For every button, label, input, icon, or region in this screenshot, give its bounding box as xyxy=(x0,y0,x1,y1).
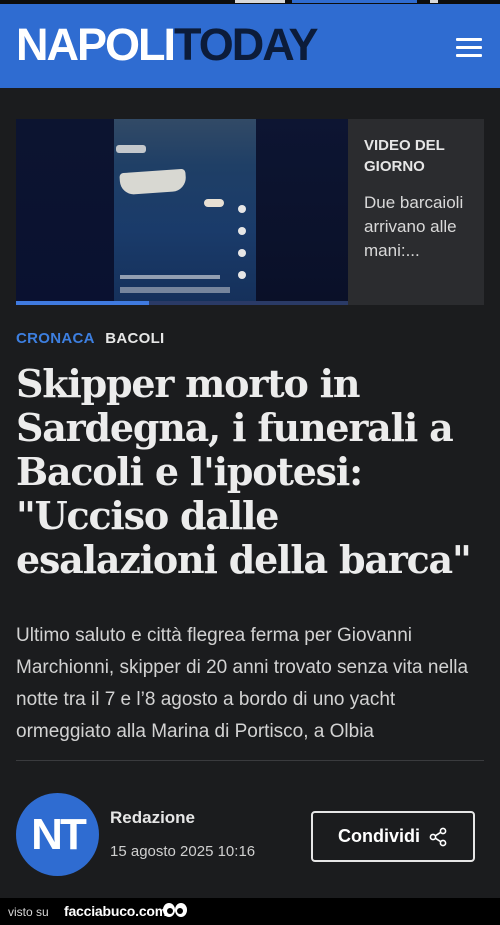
video-blur-left xyxy=(16,119,114,305)
visto-su-text: visto su xyxy=(8,905,49,919)
article-lead: Ultimo saluto e città flegrea ferma per … xyxy=(16,625,469,742)
top-strip-mark xyxy=(430,0,438,3)
top-strip-mark xyxy=(292,0,417,3)
site-logo[interactable]: NAPOLITODAY xyxy=(16,19,319,70)
video-reaction-icons xyxy=(236,205,248,285)
location-link[interactable]: BACOLI xyxy=(105,330,164,347)
watermark-footer: visto su facciabuco.com xyxy=(0,898,500,925)
googly-eyes-icon xyxy=(163,903,187,917)
article-headline: Skipper morto in Sardegna, i funerali a … xyxy=(16,361,472,582)
thumbnail-caption-line xyxy=(120,287,230,293)
video-title[interactable]: Due barcaioli arrivano alle mani:... xyxy=(364,191,472,263)
distant-boat xyxy=(116,145,146,153)
avatar-initials: NT xyxy=(31,810,87,859)
video-text-block: VIDEO DEL GIORNO Due barcaioli arrivano … xyxy=(364,135,472,263)
site-watermark: facciabuco.com xyxy=(64,903,168,919)
author-name[interactable]: Redazione xyxy=(110,808,195,828)
logo-napoli: NAPOLI xyxy=(16,19,176,70)
share-button[interactable]: Condividi xyxy=(311,811,475,862)
person-in-water xyxy=(204,199,224,207)
logo-today: TODAY xyxy=(174,19,319,70)
author-avatar[interactable]: NT xyxy=(16,793,99,876)
video-thumbnail[interactable] xyxy=(16,119,348,305)
hamburger-menu-icon[interactable] xyxy=(452,35,486,61)
category-link[interactable]: CRONACA xyxy=(16,330,95,347)
video-progress-bar xyxy=(16,301,348,305)
video-of-the-day-card[interactable]: VIDEO DEL GIORNO Due barcaioli arrivano … xyxy=(16,119,484,305)
share-icon xyxy=(429,827,447,846)
publish-date: 15 agosto 2025 10:16 xyxy=(110,843,256,860)
top-strip-mark xyxy=(235,0,285,3)
thumbnail-caption-line xyxy=(120,275,220,279)
site-header: NAPOLITODAY xyxy=(0,4,500,88)
byline-divider xyxy=(16,760,484,761)
article-categories: CRONACA BACOLI xyxy=(16,330,165,347)
video-label: VIDEO DEL GIORNO xyxy=(364,137,445,175)
share-label: Condividi xyxy=(338,826,420,846)
video-blur-right xyxy=(256,119,348,305)
